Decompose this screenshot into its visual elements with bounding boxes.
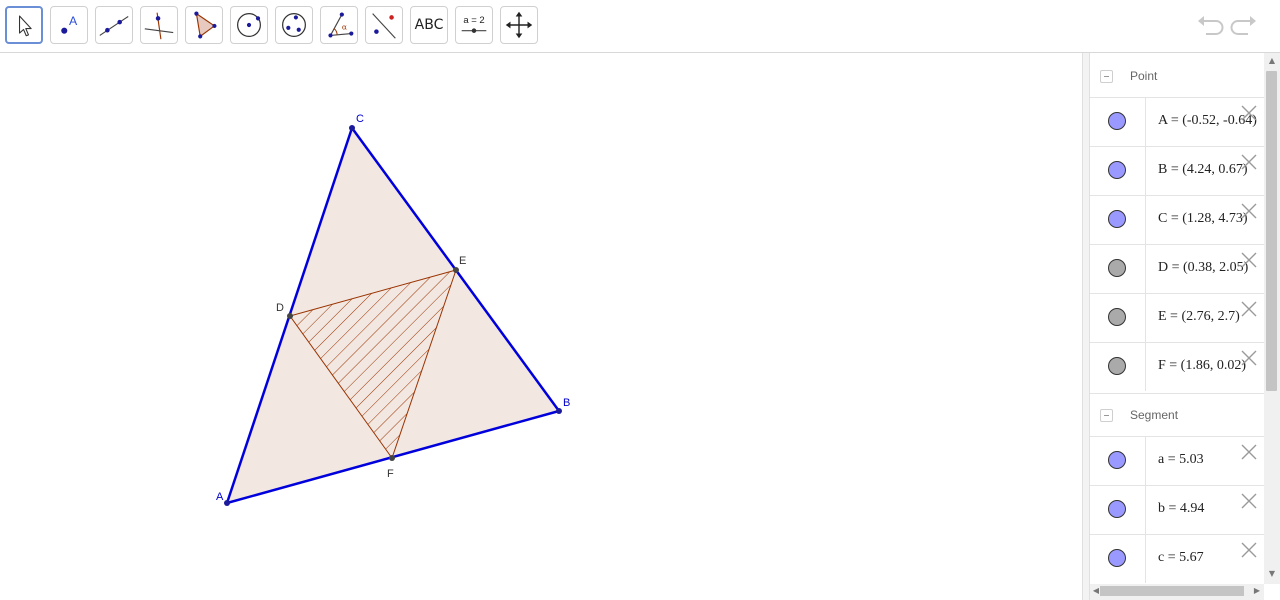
algebra-row-segment-c[interactable]: c = 5.67: [1090, 534, 1266, 583]
redo-icon: [1230, 16, 1256, 35]
group-label-segment: Segment: [1130, 408, 1179, 422]
horizontal-scroll-thumb[interactable]: [1100, 586, 1244, 596]
visibility-toggle[interactable]: [1090, 437, 1146, 485]
delete-x-icon[interactable]: [1240, 104, 1258, 122]
group-header-point: Point: [1090, 55, 1266, 99]
visibility-marble-icon: [1108, 549, 1126, 567]
definition-text[interactable]: E = (2.76, 2.7): [1158, 309, 1240, 325]
visibility-toggle[interactable]: [1090, 535, 1146, 583]
definition-text[interactable]: b = 4.94: [1158, 501, 1204, 517]
algebra-row-point-c[interactable]: C = (1.28, 4.73): [1090, 195, 1266, 244]
definition-text[interactable]: F = (1.86, 0.02): [1158, 358, 1246, 374]
collapse-point-group-button[interactable]: [1100, 70, 1113, 83]
algebra-horizontal-scrollbar[interactable]: ◀ ▶: [1090, 584, 1264, 600]
point-e-label: E: [459, 255, 466, 267]
visibility-toggle[interactable]: [1090, 98, 1146, 146]
delete-x-icon[interactable]: [1240, 541, 1258, 559]
graphics-view[interactable]: A B C D E F: [0, 53, 1082, 600]
undo-button[interactable]: [1194, 12, 1224, 42]
algebra-row-point-a[interactable]: A = (-0.52, -0.64): [1090, 97, 1266, 146]
visibility-marble-icon: [1108, 259, 1126, 277]
visibility-toggle[interactable]: [1090, 343, 1146, 391]
visibility-marble-icon: [1108, 112, 1126, 130]
algebra-row-segment-b[interactable]: b = 4.94: [1090, 485, 1266, 534]
definition-text[interactable]: c = 5.67: [1158, 550, 1204, 566]
point-f[interactable]: [389, 455, 395, 461]
point-b[interactable]: [556, 408, 562, 414]
group-header-segment: Segment: [1090, 393, 1266, 438]
point-e[interactable]: [453, 267, 459, 273]
delete-x-icon[interactable]: [1240, 349, 1258, 367]
definition-text[interactable]: D = (0.38, 2.05): [1158, 260, 1248, 276]
point-a-label: A: [216, 491, 224, 503]
visibility-marble-icon: [1108, 500, 1126, 518]
point-c[interactable]: [349, 125, 355, 131]
point-c-label: C: [356, 113, 364, 125]
visibility-toggle[interactable]: [1090, 196, 1146, 244]
visibility-marble-icon: [1108, 210, 1126, 228]
delete-x-icon[interactable]: [1240, 443, 1258, 461]
delete-x-icon[interactable]: [1240, 300, 1258, 318]
visibility-marble-icon: [1108, 357, 1126, 375]
delete-x-icon[interactable]: [1240, 492, 1258, 510]
algebra-row-point-d[interactable]: D = (0.38, 2.05): [1090, 244, 1266, 293]
visibility-marble-icon: [1108, 451, 1126, 469]
point-d[interactable]: [287, 313, 293, 319]
visibility-toggle[interactable]: [1090, 294, 1146, 342]
definition-text[interactable]: B = (4.24, 0.67): [1158, 162, 1248, 178]
algebra-row-segment-a[interactable]: a = 5.03: [1090, 436, 1266, 485]
scroll-up-arrow-icon[interactable]: ▲: [1267, 56, 1277, 66]
algebra-row-point-f[interactable]: F = (1.86, 0.02): [1090, 342, 1266, 391]
group-label-point: Point: [1130, 69, 1158, 83]
algebra-row-point-b[interactable]: B = (4.24, 0.67): [1090, 146, 1266, 195]
visibility-marble-icon: [1108, 308, 1126, 326]
definition-text[interactable]: a = 5.03: [1158, 452, 1204, 468]
definition-text[interactable]: C = (1.28, 4.73): [1158, 211, 1248, 227]
visibility-toggle[interactable]: [1090, 245, 1146, 293]
algebra-vertical-scrollbar[interactable]: ▲ ▼: [1264, 53, 1280, 584]
delete-x-icon[interactable]: [1240, 251, 1258, 269]
algebra-row-point-e[interactable]: E = (2.76, 2.7): [1090, 293, 1266, 342]
visibility-marble-icon: [1108, 161, 1126, 179]
scroll-right-arrow-icon[interactable]: ▶: [1252, 586, 1262, 596]
delete-x-icon[interactable]: [1240, 153, 1258, 171]
redo-button[interactable]: [1230, 12, 1260, 42]
scroll-down-arrow-icon[interactable]: ▼: [1267, 569, 1277, 579]
point-a[interactable]: [224, 500, 230, 506]
undo-icon: [1198, 16, 1224, 35]
view-divider[interactable]: [1082, 53, 1090, 600]
collapse-segment-group-button[interactable]: [1100, 409, 1113, 422]
point-d-label: D: [276, 302, 284, 314]
vertical-scroll-thumb[interactable]: [1266, 71, 1277, 391]
point-f-label: F: [387, 468, 394, 480]
algebra-view: Point A = (-0.52, -0.64) B = (4.24, 0.67…: [1090, 53, 1280, 600]
visibility-toggle[interactable]: [1090, 147, 1146, 195]
visibility-toggle[interactable]: [1090, 486, 1146, 534]
delete-x-icon[interactable]: [1240, 202, 1258, 220]
point-b-label: B: [563, 397, 570, 409]
